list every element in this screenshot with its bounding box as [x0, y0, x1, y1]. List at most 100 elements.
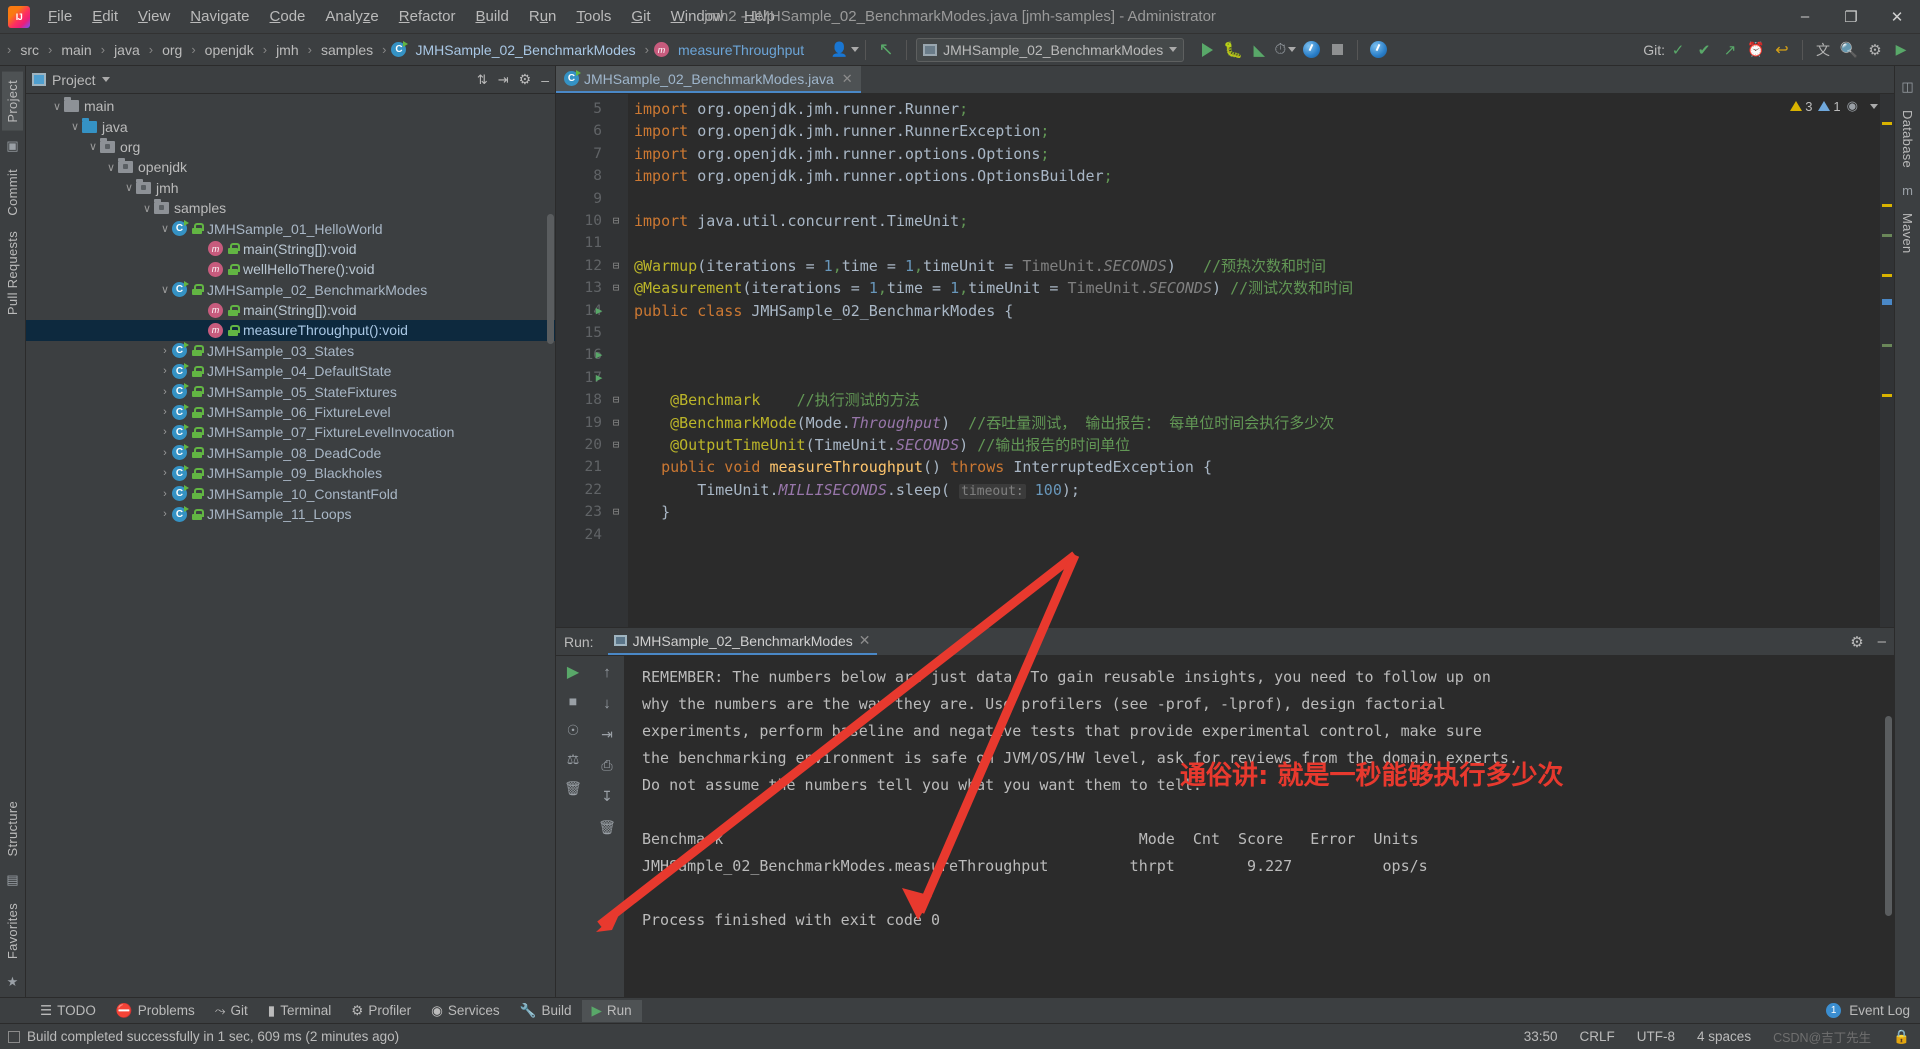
- code-line[interactable]: import org.openjdk.jmh.runner.RunnerExce…: [634, 120, 1049, 142]
- menu-git[interactable]: Git: [621, 4, 660, 29]
- chevron-down-icon[interactable]: [1870, 103, 1878, 109]
- tree-node[interactable]: › C JMHSample_08_DeadCode: [26, 443, 555, 463]
- menu-analyze[interactable]: Analyze: [315, 4, 388, 29]
- chevron-down-icon[interactable]: ∨: [68, 120, 82, 133]
- run-with-coverage-button[interactable]: ◣: [1246, 38, 1272, 62]
- menu-bar[interactable]: FFileile Edit View Navigate Code Analyze…: [38, 4, 785, 29]
- marker-warning[interactable]: [1882, 122, 1892, 125]
- stop-button[interactable]: [1324, 38, 1350, 62]
- undo-icon[interactable]: ↩: [1769, 38, 1795, 62]
- chevron-down-icon[interactable]: ∨: [122, 181, 136, 194]
- tree-node[interactable]: ∨ jmh: [26, 178, 555, 198]
- code-line[interactable]: import org.openjdk.jmh.runner.options.Op…: [634, 165, 1113, 187]
- tree-node[interactable]: ∨ openjdk: [26, 157, 555, 177]
- rerun-icon[interactable]: ▶: [567, 664, 579, 681]
- code-fold-icon[interactable]: ⊟: [610, 277, 622, 299]
- rail-tab-favorites[interactable]: Favorites: [2, 895, 23, 967]
- warning-count-badge[interactable]: 3: [1790, 99, 1812, 114]
- close-icon[interactable]: ✕: [859, 632, 871, 649]
- marker-warning[interactable]: [1882, 204, 1892, 207]
- editor-tab-jmhsample02[interactable]: C JMHSample_02_BenchmarkModes.java ✕: [556, 66, 861, 93]
- marker-info[interactable]: [1882, 234, 1892, 237]
- update-project-icon[interactable]: ↖: [873, 38, 899, 62]
- tree-node[interactable]: ∨ samples: [26, 198, 555, 218]
- menu-run[interactable]: Run: [519, 4, 567, 29]
- tree-node[interactable]: m measureThroughput():void: [26, 320, 555, 341]
- menu-help[interactable]: Help: [734, 4, 785, 29]
- git-commit-icon[interactable]: ✔: [1691, 38, 1717, 62]
- code-fold-icon[interactable]: ⊟: [610, 210, 622, 232]
- delete-icon[interactable]: 🗑: [598, 819, 616, 835]
- tree-node[interactable]: › C JMHSample_11_Loops: [26, 504, 555, 524]
- tree-node[interactable]: ∨ java: [26, 116, 555, 136]
- weak-warning-count-badge[interactable]: 1: [1818, 99, 1841, 114]
- rail-tab-structure[interactable]: Structure: [2, 793, 23, 864]
- console-output[interactable]: REMEMBER: The numbers below are just dat…: [624, 656, 1894, 997]
- chevron-right-icon[interactable]: ›: [158, 365, 172, 377]
- attach-profiler-icon[interactable]: [1298, 38, 1324, 62]
- git-update-icon[interactable]: ✓: [1665, 38, 1691, 62]
- code-line[interactable]: @BenchmarkMode(Mode.Throughput) //吞吐量测试，…: [634, 412, 1334, 434]
- tree-node[interactable]: m main(String[]):void: [26, 300, 555, 320]
- settings-gear-icon[interactable]: ⚙: [519, 71, 532, 88]
- code-line[interactable]: @Warmup(iterations = 1,time = 1,timeUnit…: [634, 255, 1326, 277]
- tree-node[interactable]: ∨ C JMHSample_02_BenchmarkModes: [26, 280, 555, 300]
- console-scrollbar[interactable]: [1885, 716, 1892, 916]
- chevron-right-icon[interactable]: ›: [158, 467, 172, 479]
- git-push-icon[interactable]: ↗: [1717, 38, 1743, 62]
- run-button[interactable]: [1194, 38, 1220, 62]
- tree-node[interactable]: › C JMHSample_03_States: [26, 341, 555, 361]
- editor-marker-bar[interactable]: [1880, 94, 1894, 627]
- soft-wrap-icon[interactable]: ⇥: [601, 726, 613, 742]
- file-encoding[interactable]: UTF-8: [1637, 1029, 1675, 1044]
- tree-node[interactable]: › C JMHSample_10_ConstantFold: [26, 483, 555, 503]
- tree-node[interactable]: › C JMHSample_05_StateFixtures: [26, 381, 555, 401]
- tree-node[interactable]: m wellHelloThere():void: [26, 259, 555, 279]
- debug-button[interactable]: 🐛: [1220, 38, 1246, 62]
- tree-node[interactable]: › C JMHSample_09_Blackholes: [26, 463, 555, 483]
- translate-icon[interactable]: 文: [1810, 38, 1836, 62]
- inspection-eye-icon[interactable]: ◉: [1847, 98, 1858, 114]
- rail-tab-maven[interactable]: Maven: [1897, 205, 1918, 262]
- tree-node[interactable]: › C JMHSample_07_FixtureLevelInvocation: [26, 422, 555, 442]
- menu-build[interactable]: Build: [465, 4, 518, 29]
- breadcrumb-openjdk[interactable]: openjdk: [199, 40, 260, 60]
- chevron-right-icon[interactable]: ›: [158, 406, 172, 418]
- code-text-area[interactable]: import org.openjdk.jmh.runner.Runner; imp…: [628, 94, 1880, 627]
- stop-icon[interactable]: ■: [569, 693, 577, 709]
- gutter-run-icon[interactable]: ▶: [592, 344, 606, 366]
- marker-warning[interactable]: [1882, 274, 1892, 277]
- chevron-down-icon[interactable]: ∨: [50, 100, 64, 113]
- bottom-tab-todo[interactable]: ☰ TODO: [30, 1000, 106, 1022]
- rail-tab-database[interactable]: Database: [1897, 102, 1918, 176]
- rail-tab-project[interactable]: Project: [2, 72, 23, 131]
- code-line[interactable]: TimeUnit.MILLISECONDS.sleep( timeout: 10…: [634, 479, 1080, 503]
- editor-gutter[interactable]: 5 6 7 8 9 10 ⊟ 11 12 ⊟ 13 ⊟ 14 ▶ 15 16 ▶ 17 ▶ 18 ⊟ 19 ⊟ 20 ⊟ 21 22…: [556, 94, 628, 627]
- chevron-right-icon[interactable]: ›: [158, 386, 172, 398]
- menu-code[interactable]: Code: [260, 4, 316, 29]
- menu-view[interactable]: View: [128, 4, 180, 29]
- gutter-run-icon[interactable]: ▶: [592, 367, 606, 389]
- code-fold-icon[interactable]: ⊟: [610, 389, 622, 411]
- marker-info[interactable]: [1882, 344, 1892, 347]
- close-icon[interactable]: ✕: [842, 71, 853, 87]
- code-fold-icon[interactable]: ⊟: [610, 412, 622, 434]
- chevron-down-icon[interactable]: ∨: [158, 283, 172, 296]
- run-anything-icon[interactable]: ▶: [1888, 38, 1914, 62]
- code-line[interactable]: public class JMHSample_02_BenchmarkModes…: [634, 300, 1013, 322]
- code-line[interactable]: import java.util.concurrent.TimeUnit;: [634, 210, 968, 232]
- bottom-tab-git[interactable]: ⤳ Git: [205, 1000, 258, 1022]
- search-icon[interactable]: 🔍: [1836, 38, 1862, 62]
- print-icon[interactable]: ⎙: [601, 757, 612, 773]
- breadcrumb-method[interactable]: m measureThroughput: [652, 40, 810, 60]
- project-tree-scrollbar[interactable]: [547, 214, 554, 344]
- breadcrumb-org[interactable]: org: [156, 40, 188, 60]
- chevron-right-icon[interactable]: ›: [158, 345, 172, 357]
- menu-edit[interactable]: Edit: [82, 4, 128, 29]
- lock-icon[interactable]: 🔒: [1893, 1029, 1910, 1045]
- maximize-button[interactable]: ❐: [1828, 0, 1874, 33]
- chevron-right-icon[interactable]: ›: [158, 426, 172, 438]
- code-line[interactable]: public void measureThroughput() throws I…: [634, 456, 1212, 478]
- code-line[interactable]: import org.openjdk.jmh.runner.options.Op…: [634, 143, 1049, 165]
- code-line[interactable]: @Benchmark //执行测试的方法: [634, 389, 920, 411]
